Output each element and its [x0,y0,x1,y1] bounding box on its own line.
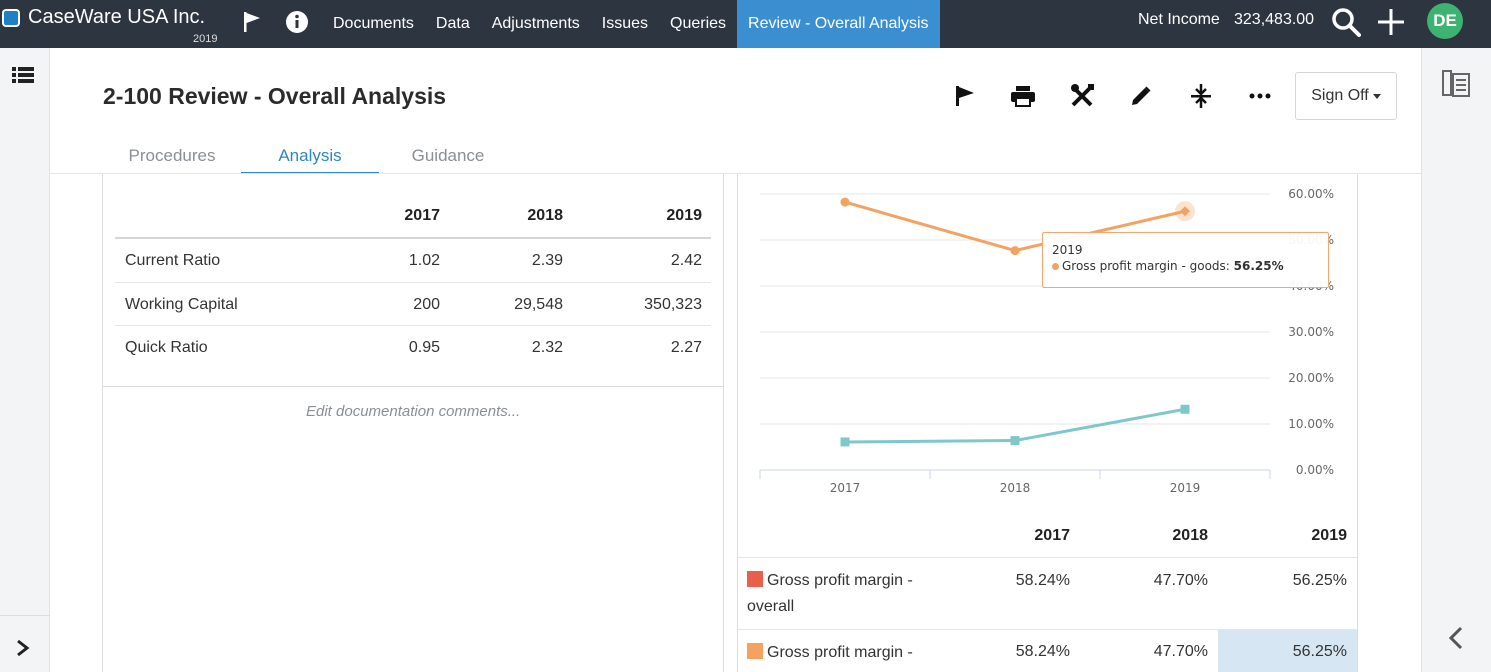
y-tick-label: 0.00% [1296,463,1334,477]
tab-analysis[interactable]: Analysis [241,138,379,174]
row-divider [115,282,711,283]
y-tick-label: 20.00% [1288,371,1334,385]
data-point [840,197,850,207]
flag-icon[interactable] [951,82,979,110]
print-icon[interactable] [1009,82,1037,110]
growth-value: 58.24% [1015,572,1070,589]
net-income-label: Net Income [1138,11,1220,28]
row-divider [115,325,711,326]
nav-review-overall-analysis[interactable]: Review - Overall Analysis [737,0,940,48]
label-line1: Gross profit margin - [767,572,913,589]
tab-bar: Procedures Analysis Guidance [103,138,517,174]
growth-col-2017: 2017 [1034,527,1070,544]
tooltip-value: 56.25% [1233,259,1284,273]
collapse-chevron-icon[interactable] [1448,626,1464,655]
growth-value: 47.70% [1153,643,1208,660]
growth-row-label: Gross profit margin - [747,640,947,666]
ratio-col-2019: 2019 [666,207,702,224]
documents-panel-icon[interactable] [1442,70,1472,103]
comments-divider [103,386,723,387]
nav-queries[interactable]: Queries [659,0,737,48]
avatar[interactable]: DE [1427,3,1463,39]
series-color-swatch [747,571,763,587]
info-icon[interactable] [284,8,310,36]
company-name: CaseWare USA Inc. [28,6,206,28]
tooltip-body: Gross profit margin - goods: 56.25% [1052,259,1319,273]
ratio-value: 2.42 [670,252,702,269]
ratio-col-2017: 2017 [404,207,440,224]
nav-documents[interactable]: Documents [322,0,425,48]
label-line2: overall [747,598,795,615]
label-line1: Gross profit margin - [767,644,913,661]
y-tick-label: 60.00% [1288,187,1334,201]
top-bar: CaseWare USA Inc. 2019 Documents Data Ad… [0,0,1491,48]
nav-data[interactable]: Data [425,0,481,48]
ratio-value: 350,323 [644,296,702,313]
growth-col-2019: 2019 [1311,527,1347,544]
x-tick-label: 2017 [830,481,861,495]
nav-adjustments[interactable]: Adjustments [481,0,591,48]
documentation-comments-field[interactable]: Edit documentation comments... [306,403,520,420]
edit-icon[interactable] [1127,82,1155,110]
tab-procedures[interactable]: Procedures [103,138,241,174]
nav-issues[interactable]: Issues [591,0,659,48]
ratio-value: 29,548 [514,296,563,313]
growth-col-2018: 2018 [1172,527,1208,544]
ratio-value: 2.39 [531,252,563,269]
tools-icon[interactable] [1068,82,1096,110]
sidebar-divider [0,615,50,616]
ratio-value: 1.02 [408,252,440,269]
ratio-header-divider [115,237,711,239]
chart-tooltip: 2019 Gross profit margin - goods: 56.25% [1042,232,1329,288]
gross-profit-line-chart[interactable]: 0.00%10.00%20.00%30.00%40.00%50.00%60.00… [737,174,1358,514]
growth-value: 56.25% [1292,643,1347,660]
ratio-panel [102,174,724,672]
ratio-value: 2.32 [531,339,563,356]
brand[interactable]: CaseWare USA Inc. [2,6,205,29]
tooltip-x: 2019 [1052,243,1083,257]
data-point [1010,436,1020,446]
growth-value: 58.24% [1015,643,1070,660]
ratio-value: 2.27 [670,339,702,356]
data-point [1180,404,1190,414]
collapse-icon[interactable] [1187,82,1215,110]
growth-header-divider [738,557,1357,558]
more-icon[interactable] [1246,82,1274,110]
app-logo-icon [2,8,20,27]
data-point [840,437,850,447]
x-tick-label: 2018 [1000,481,1031,495]
left-sidebar [0,48,50,672]
ratio-col-2018: 2018 [527,207,563,224]
ratio-value: 0.95 [408,339,440,356]
sign-off-button[interactable]: Sign Off [1295,72,1397,120]
engagement-year: 2019 [193,33,218,45]
series-color-swatch [747,643,763,659]
growth-value: 56.25% [1292,572,1347,589]
net-income-value: 323,483.00 [1234,11,1315,28]
search-icon[interactable] [1330,8,1362,37]
data-point [1010,246,1020,256]
ratio-value: 200 [413,296,440,313]
ratio-label: Working Capital [125,296,238,313]
tab-guidance[interactable]: Guidance [379,138,517,174]
plus-icon[interactable] [1376,8,1406,36]
y-tick-label: 30.00% [1288,325,1334,339]
caret-down-icon [1372,93,1381,99]
growth-row-label: Gross profit margin - overall [747,568,947,620]
x-tick-label: 2019 [1170,481,1201,495]
list-menu-icon[interactable] [12,67,34,88]
tooltip-series: Gross profit margin - goods [1062,259,1226,273]
y-tick-label: 10.00% [1288,417,1334,431]
expand-chevron-icon[interactable] [16,639,30,662]
main-nav: Documents Data Adjustments Issues Querie… [322,0,940,48]
ratio-label: Quick Ratio [125,339,208,356]
growth-value: 47.70% [1153,572,1208,589]
tooltip-series-dot [1052,263,1059,270]
flag-icon[interactable] [240,8,264,36]
right-sidebar [1421,48,1491,672]
page-title: 2-100 Review - Overall Analysis [103,83,447,109]
ratio-label: Current Ratio [125,252,221,269]
sign-off-label: Sign Off [1311,87,1369,104]
